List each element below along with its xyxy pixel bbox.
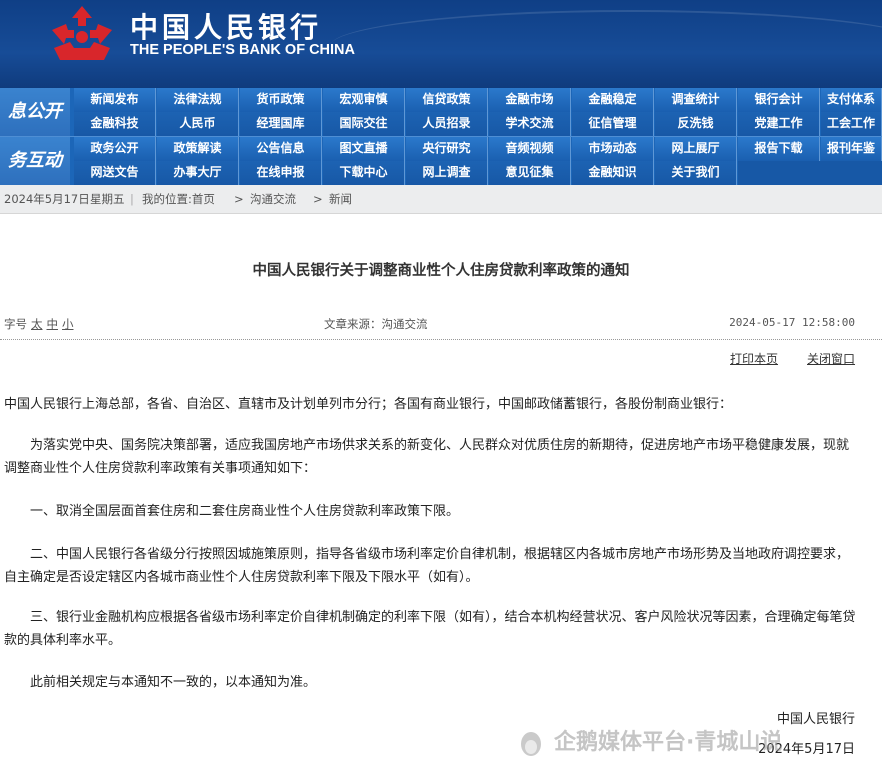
nav-item[interactable]: 网上调查 (406, 161, 488, 185)
article-paragraph: 三、银行业金融机构应根据各省级市场利率定价自律机制确定的利率下限（如有），结合本… (4, 610, 856, 648)
current-date: 2024年5月17日 (4, 192, 90, 206)
penguin-icon (516, 728, 546, 758)
pboc-logo-icon[interactable] (44, 4, 120, 66)
nav-section-label: 息公开 (0, 88, 70, 136)
breadcrumb-level2[interactable]: 沟通交流 (250, 185, 296, 213)
nav-item[interactable]: 宏观审慎 (323, 88, 405, 112)
breadcrumb-home[interactable]: 我的位置:首页 (142, 185, 215, 213)
font-size-switcher: 字号太中小 (4, 316, 74, 332)
breadcrumb-level3[interactable]: 新闻 (329, 185, 352, 213)
nav-item[interactable]: 金融市场 (489, 88, 571, 112)
bank-english-name: THE PEOPLE'S BANK OF CHINA (130, 42, 355, 58)
nav-item[interactable]: 金融知识 (572, 161, 654, 185)
article-paragraph: 此前相关规定与本通知不一致的，以本通知为准。 (30, 675, 317, 690)
nav-item[interactable]: 经理国库 (240, 112, 322, 136)
nav-item[interactable]: 关于我们 (655, 161, 737, 185)
nav-item[interactable]: 反洗钱 (655, 112, 737, 136)
article-paragraph: 一、取消全国层面首套住房和二套住房商业性个人住房贷款利率政策下限。 (30, 504, 460, 519)
nav-item[interactable]: 音频视频 (489, 137, 571, 161)
close-window-link[interactable]: 关闭窗口 (807, 350, 855, 367)
nav-item[interactable]: 调查统计 (655, 88, 737, 112)
nav-item[interactable]: 人民币 (157, 112, 239, 136)
nav-item[interactable]: 意见征集 (489, 161, 571, 185)
font-medium-link[interactable]: 中 (47, 317, 59, 331)
nav-item[interactable]: 报告下载 (738, 137, 820, 161)
nav-item[interactable]: 人员招录 (406, 112, 488, 136)
nav-item[interactable]: 报刊年鉴 (821, 137, 882, 161)
nav-item[interactable]: 党建工作 (738, 112, 820, 136)
font-size-label: 字号 (4, 317, 27, 331)
breadcrumb-divider: | (130, 192, 134, 206)
nav-section-label: 务互动 (0, 137, 70, 185)
nav-item[interactable]: 信贷政策 (406, 88, 488, 112)
breadcrumb-separator: > (234, 192, 244, 206)
bank-chinese-name: 中国人民银行 (130, 11, 323, 44)
nav-item[interactable]: 政务公开 (74, 137, 156, 161)
nav-item[interactable]: 政策解读 (157, 137, 239, 161)
nav-item[interactable]: 下载中心 (323, 161, 405, 185)
nav-item[interactable]: 金融稳定 (572, 88, 654, 112)
nav-item[interactable]: 办事大厅 (157, 161, 239, 185)
nav-item[interactable]: 支付体系 (821, 88, 882, 112)
print-page-link[interactable]: 打印本页 (730, 350, 778, 367)
nav-row-services: 务互动 政务公开 政策解读 公告信息 图文直播 央行研究 音频视频 市场动态 网… (0, 137, 882, 185)
article-title: 中国人民银行关于调整商业性个人住房贷款利率政策的通知 (252, 263, 630, 279)
article-datetime: 2024-05-17 12:58:00 (729, 316, 855, 329)
header-decoration (330, 10, 882, 82)
main-navigation: 息公开 新闻发布 法律法规 货币政策 宏观审慎 信贷政策 金融市场 金融稳定 调… (0, 88, 882, 185)
nav-item[interactable]: 金融科技 (74, 112, 156, 136)
breadcrumb-separator: > (313, 192, 323, 206)
nav-item[interactable]: 货币政策 (240, 88, 322, 112)
current-weekday: 星期五 (90, 192, 125, 206)
article-source: 文章来源：沟通交流 (324, 317, 428, 331)
nav-filler (738, 161, 882, 185)
article-paragraph: 为落实党中央、国务院决策部署，适应我国房地产市场供求关系的新变化、人民群众对优质… (4, 438, 850, 476)
nav-item[interactable]: 在线申报 (240, 161, 322, 185)
nav-item[interactable]: 银行会计 (738, 88, 820, 112)
nav-item[interactable]: 网上展厅 (655, 137, 737, 161)
article-paragraph: 二、中国人民银行各省级分行按照因城施策原则，指导各省级市场利率定价自律机制，根据… (4, 547, 850, 585)
breadcrumb: 2024年5月17日 星期五 | 我的位置:首页 > 沟通交流 > 新闻 (0, 185, 882, 214)
nav-item[interactable]: 国际交往 (323, 112, 405, 136)
nav-item[interactable]: 新闻发布 (74, 88, 156, 112)
watermark-text: 企鹅媒体平台·青城山说 (554, 730, 783, 755)
meta-divider (0, 339, 882, 340)
article-salutation: 中国人民银行上海总部，各省、自治区、直辖市及计划单列市分行；各国有商业银行，中国… (4, 397, 733, 412)
nav-item[interactable]: 央行研究 (406, 137, 488, 161)
site-header: 中国人民银行 THE PEOPLE'S BANK OF CHINA (0, 0, 882, 88)
article-meta: 字号太中小 文章来源：沟通交流 2024-05-17 12:58:00 (0, 316, 882, 334)
font-small-link[interactable]: 小 (62, 317, 74, 331)
nav-grid: 政务公开 政策解读 公告信息 图文直播 央行研究 音频视频 市场动态 网上展厅 … (74, 137, 882, 185)
nav-item[interactable]: 学术交流 (489, 112, 571, 136)
nav-item[interactable]: 工会工作 (821, 112, 882, 136)
nav-row-info-disclosure: 息公开 新闻发布 法律法规 货币政策 宏观审慎 信贷政策 金融市场 金融稳定 调… (0, 88, 882, 136)
nav-grid: 新闻发布 法律法规 货币政策 宏观审慎 信贷政策 金融市场 金融稳定 调查统计 … (74, 88, 882, 136)
font-large-link[interactable]: 太 (31, 317, 43, 331)
nav-item[interactable]: 网送文告 (74, 161, 156, 185)
nav-item[interactable]: 图文直播 (323, 137, 405, 161)
watermark: 企鹅媒体平台·青城山说 (516, 724, 782, 758)
nav-item[interactable]: 法律法规 (157, 88, 239, 112)
nav-item[interactable]: 市场动态 (572, 137, 654, 161)
nav-item[interactable]: 征信管理 (572, 112, 654, 136)
nav-item[interactable]: 公告信息 (240, 137, 322, 161)
